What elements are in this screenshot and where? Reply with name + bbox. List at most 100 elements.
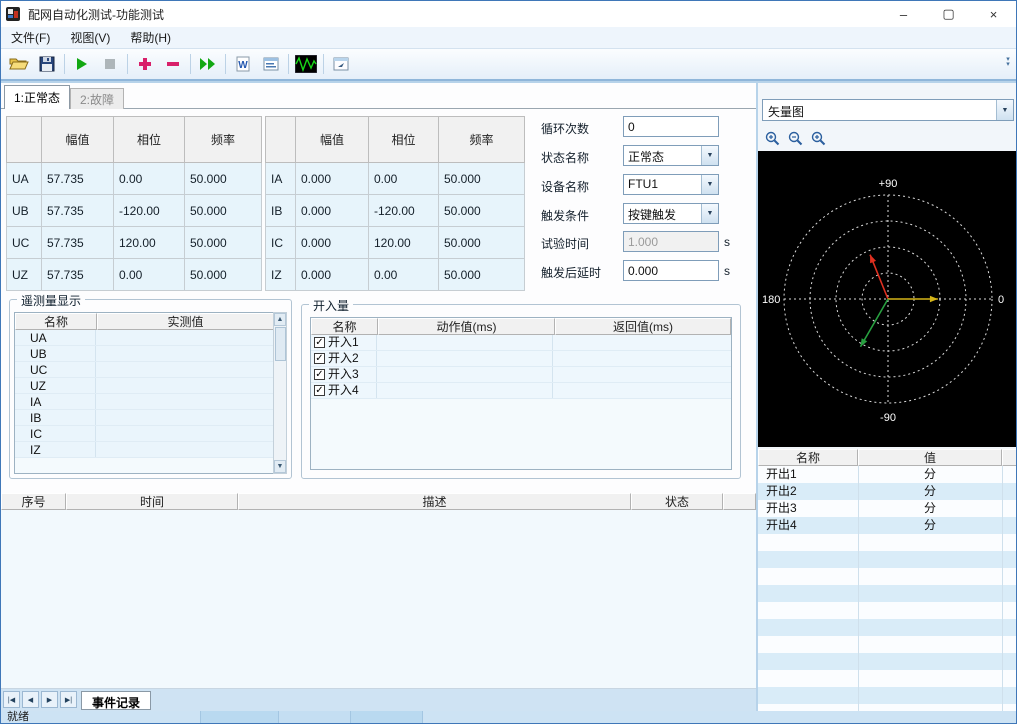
amplitude-cell[interactable]: 0.000 bbox=[295, 258, 369, 291]
phase-cell[interactable]: 0.00 bbox=[368, 258, 439, 291]
phase-cell[interactable]: 120.00 bbox=[368, 226, 439, 259]
amplitude-cell[interactable]: 57.735 bbox=[41, 258, 114, 291]
maximize-button[interactable]: ▢ bbox=[926, 1, 971, 27]
menu-view[interactable]: 视图(V) bbox=[60, 26, 120, 49]
frequency-cell[interactable]: 50.000 bbox=[438, 194, 525, 227]
frequency-cell[interactable]: 50.000 bbox=[184, 226, 262, 259]
frequency-cell[interactable]: 50.000 bbox=[184, 194, 262, 227]
amplitude-cell[interactable]: 57.735 bbox=[41, 162, 114, 195]
export-word-button[interactable]: W bbox=[229, 51, 257, 77]
trigger-condition-select[interactable]: 按键触发 ▼ bbox=[623, 203, 719, 224]
scroll-up-icon[interactable]: ▲ bbox=[274, 313, 286, 326]
action-value-cell bbox=[377, 335, 553, 350]
digital-input-checkbox[interactable]: ✓ bbox=[314, 369, 325, 380]
frequency-cell[interactable]: 50.000 bbox=[184, 162, 262, 195]
waveform-button[interactable] bbox=[292, 51, 320, 77]
frequency-cell[interactable]: 50.000 bbox=[184, 258, 262, 291]
zoom-reset-button[interactable] bbox=[808, 128, 828, 148]
table-row: UA 57.735 0.00 50.000 bbox=[6, 162, 262, 195]
phase-cell[interactable]: -120.00 bbox=[113, 194, 185, 227]
column-header: 相位 bbox=[113, 116, 185, 163]
zoom-in-button[interactable] bbox=[762, 128, 782, 148]
report-button[interactable] bbox=[257, 51, 285, 77]
digital-input-label: 开入3 bbox=[328, 367, 359, 381]
phase-cell[interactable]: 120.00 bbox=[113, 226, 185, 259]
phase-cell[interactable]: -120.00 bbox=[368, 194, 439, 227]
last-record-button[interactable]: ▶| bbox=[60, 691, 77, 708]
play-icon bbox=[77, 58, 87, 70]
return-value-cell bbox=[553, 335, 731, 350]
axis-label-top: +90 bbox=[879, 178, 898, 190]
table-row: UC 57.735 120.00 50.000 bbox=[6, 226, 262, 259]
telemetry-name: IA bbox=[15, 394, 96, 409]
event-filler-header bbox=[723, 493, 756, 510]
telemetry-name: IC bbox=[15, 426, 96, 441]
output-name: 开出3 bbox=[766, 501, 797, 515]
previous-record-button[interactable]: ◀ bbox=[22, 691, 39, 708]
phase-cell[interactable]: 0.00 bbox=[113, 162, 185, 195]
digital-input-checkbox[interactable]: ✓ bbox=[314, 353, 325, 364]
chevron-down-icon[interactable]: ▼ bbox=[996, 100, 1013, 120]
stop-button[interactable] bbox=[96, 51, 124, 77]
chevron-down-icon[interactable]: ▼ bbox=[701, 146, 718, 165]
minus-icon bbox=[167, 62, 179, 66]
close-button[interactable]: × bbox=[971, 1, 1016, 27]
menu-file[interactable]: 文件(F) bbox=[1, 26, 60, 49]
tab-label: 2:故障 bbox=[80, 92, 115, 107]
scroll-down-icon[interactable]: ▼ bbox=[274, 460, 286, 473]
amplitude-cell[interactable]: 57.735 bbox=[41, 226, 114, 259]
output-value-header: 值 bbox=[858, 449, 1002, 466]
tab-fault-state[interactable]: 2:故障 bbox=[70, 88, 125, 109]
telemetry-row: UC bbox=[15, 362, 274, 378]
vector-panel: 矢量图 ▼ +90 180 0 -90 名称 值 开出1 分 开出2 分 开出3… bbox=[758, 83, 1016, 711]
chevron-down-icon[interactable]: ▼ bbox=[701, 204, 718, 223]
state-name-select[interactable]: 正常态 ▼ bbox=[623, 145, 719, 166]
frequency-cell[interactable]: 50.000 bbox=[438, 258, 525, 291]
run-button[interactable] bbox=[68, 51, 96, 77]
amplitude-cell[interactable]: 0.000 bbox=[295, 226, 369, 259]
state-name-label: 状态名称 bbox=[541, 151, 590, 165]
amplitude-cell[interactable]: 0.000 bbox=[295, 162, 369, 195]
cycle-count-input[interactable] bbox=[623, 116, 719, 137]
minimize-button[interactable]: – bbox=[881, 1, 926, 27]
return-value-cell bbox=[553, 351, 731, 366]
corner-header bbox=[6, 116, 42, 163]
next-record-button[interactable]: ▶ bbox=[41, 691, 58, 708]
chevron-down-icon[interactable]: ▼ bbox=[701, 175, 718, 194]
tab-normal-state[interactable]: 1:正常态 bbox=[4, 85, 71, 109]
status-bar: 就绪 bbox=[1, 711, 1016, 723]
frequency-cell[interactable]: 50.000 bbox=[438, 162, 525, 195]
frequency-cell[interactable]: 50.000 bbox=[438, 226, 525, 259]
amplitude-cell[interactable]: 0.000 bbox=[295, 194, 369, 227]
amplitude-cell[interactable]: 57.735 bbox=[41, 194, 114, 227]
view-window-button[interactable] bbox=[327, 51, 355, 77]
toolbar-overflow-button[interactable]: ▾ ▾ bbox=[1002, 56, 1014, 73]
view-type-value: 矢量图 bbox=[768, 105, 805, 119]
scrollbar-thumb[interactable] bbox=[275, 327, 286, 361]
run-all-button[interactable] bbox=[194, 51, 222, 77]
first-record-button[interactable]: |◀ bbox=[3, 691, 20, 708]
phase-cell[interactable]: 0.00 bbox=[368, 162, 439, 195]
telemetry-scrollbar[interactable]: ▲ ▼ bbox=[273, 312, 287, 474]
digital-input-checkbox[interactable]: ✓ bbox=[314, 385, 325, 396]
menu-help[interactable]: 帮助(H) bbox=[120, 26, 181, 49]
open-button[interactable] bbox=[5, 51, 33, 77]
trigger-delay-input[interactable] bbox=[623, 260, 719, 281]
view-type-select[interactable]: 矢量图 ▼ bbox=[762, 99, 1014, 121]
trigger-condition-label: 触发条件 bbox=[541, 209, 590, 223]
row-label: UA bbox=[6, 162, 42, 195]
digital-input-checkbox[interactable]: ✓ bbox=[314, 337, 325, 348]
remove-state-button[interactable] bbox=[159, 51, 187, 77]
tab-event-log[interactable]: 事件记录 bbox=[81, 691, 152, 710]
axis-label-left: 180 bbox=[762, 294, 780, 306]
app-icon[interactable] bbox=[6, 6, 22, 22]
digital-inputs-table: 名称 动作值(ms) 返回值(ms) ✓ 开入1 ✓ 开入2 ✓ 开入3 ✓ 开入4 bbox=[310, 317, 732, 470]
add-state-button[interactable] bbox=[131, 51, 159, 77]
device-name-select[interactable]: FTU1 ▼ bbox=[623, 174, 719, 195]
phase-cell[interactable]: 0.00 bbox=[113, 258, 185, 291]
event-log-body[interactable] bbox=[1, 510, 756, 689]
axis-label-bottom: -90 bbox=[880, 412, 896, 424]
zoom-out-button[interactable] bbox=[785, 128, 805, 148]
corner-header bbox=[265, 116, 296, 163]
save-button[interactable] bbox=[33, 51, 61, 77]
